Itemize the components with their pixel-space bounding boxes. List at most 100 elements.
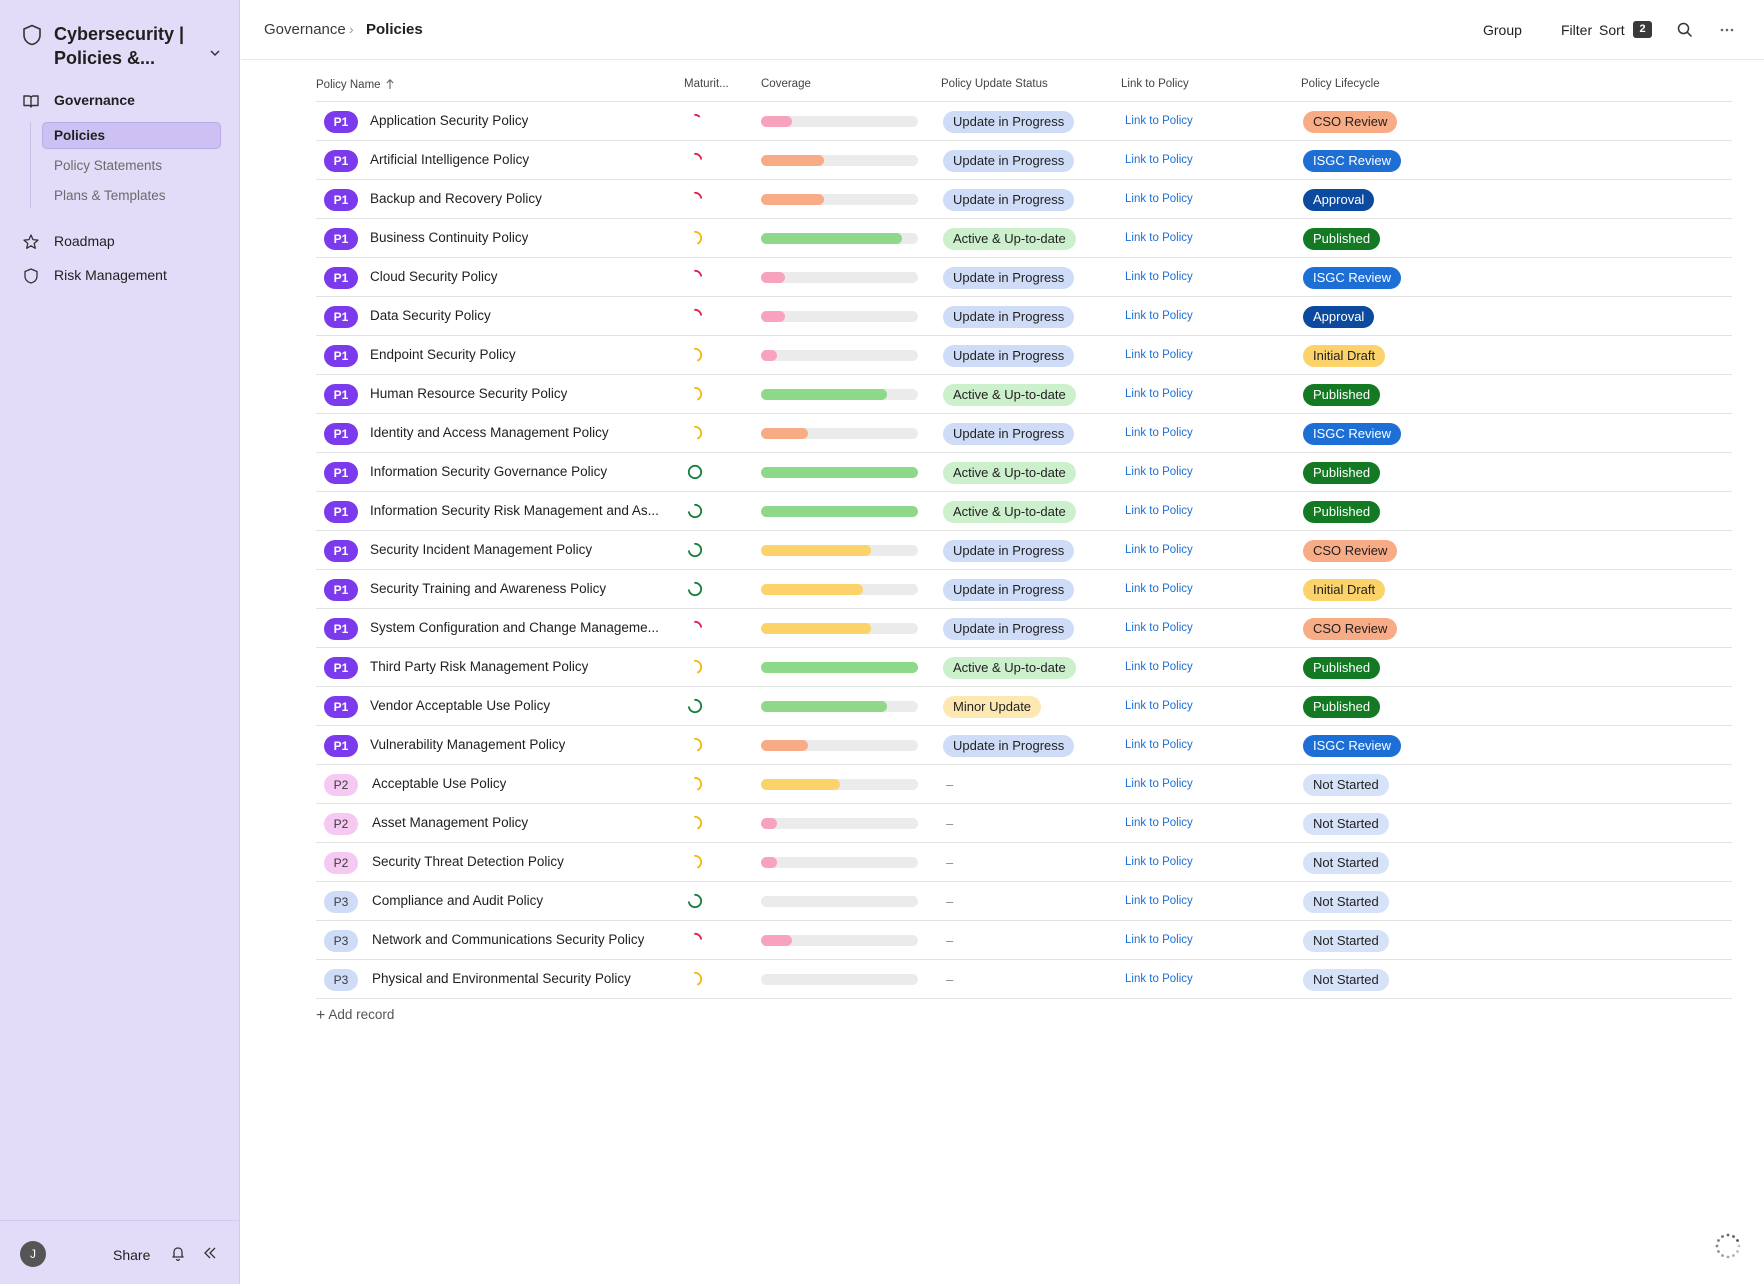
link-to-policy[interactable]: Link to Policy: [1125, 583, 1193, 595]
coverage-bar: [761, 857, 918, 868]
table-row[interactable]: P1 Third Party Risk Management Policy Acti…: [316, 648, 1732, 687]
link-to-policy[interactable]: Link to Policy: [1125, 310, 1193, 322]
bell-icon[interactable]: [170, 1245, 186, 1262]
policy-name[interactable]: Artificial Intelligence Policy: [370, 152, 529, 167]
table-row[interactable]: P1 Application Security Policy Update in P…: [316, 102, 1732, 141]
sidebar-item-risk-management[interactable]: Risk Management: [22, 264, 222, 288]
more-options-icon[interactable]: [1717, 22, 1737, 38]
policy-name[interactable]: Compliance and Audit Policy: [372, 893, 543, 908]
maturity-ring-icon: [694, 815, 703, 830]
policy-name[interactable]: Security Training and Awareness Policy: [370, 581, 606, 596]
link-to-policy[interactable]: Link to Policy: [1125, 778, 1193, 790]
filter-button[interactable]: Filter: [1561, 22, 1592, 38]
link-to-policy[interactable]: Link to Policy: [1125, 154, 1193, 166]
policy-name[interactable]: System Configuration and Change Manageme…: [370, 620, 659, 635]
link-to-policy[interactable]: Link to Policy: [1125, 817, 1193, 829]
share-button[interactable]: Share: [113, 1247, 150, 1263]
lifecycle-badge: Approval: [1303, 189, 1375, 211]
policy-name[interactable]: Cloud Security Policy: [370, 269, 498, 284]
column-header-link[interactable]: Link to Policy: [1121, 78, 1189, 90]
link-to-policy[interactable]: Link to Policy: [1125, 622, 1193, 634]
link-to-policy[interactable]: Link to Policy: [1125, 661, 1193, 673]
sidebar-item-governance[interactable]: Governance: [22, 89, 222, 113]
link-to-policy[interactable]: Link to Policy: [1125, 895, 1193, 907]
sidebar-item-roadmap[interactable]: Roadmap: [22, 230, 222, 254]
table-row[interactable]: P2 Asset Management Policy – Link to Policy…: [316, 804, 1732, 843]
policy-name[interactable]: Physical and Environmental Security Poli…: [372, 971, 631, 986]
priority-badge: P1: [324, 345, 358, 367]
group-button[interactable]: Group: [1483, 22, 1522, 38]
table-row[interactable]: P1 Vendor Acceptable Use Policy Minor Upda…: [316, 687, 1732, 726]
policy-name[interactable]: Endpoint Security Policy: [370, 347, 516, 362]
table-row[interactable]: P1 Cloud Security Policy Update in Progres…: [316, 258, 1732, 297]
table-row[interactable]: P1 Security Training and Awareness Policy…: [316, 570, 1732, 609]
policy-name[interactable]: Security Incident Management Policy: [370, 542, 592, 557]
breadcrumb-governance[interactable]: Governance: [264, 21, 346, 38]
table-row[interactable]: P2 Security Threat Detection Policy – Link …: [316, 843, 1732, 882]
add-record-button[interactable]: + Add record: [316, 1007, 394, 1025]
column-header-policy-name[interactable]: Policy Name: [316, 78, 395, 91]
table-row[interactable]: P1 System Configuration and Change Manage…: [316, 609, 1732, 648]
link-to-policy[interactable]: Link to Policy: [1125, 388, 1193, 400]
link-to-policy[interactable]: Link to Policy: [1125, 466, 1193, 478]
policy-name[interactable]: Information Security Governance Policy: [370, 464, 607, 479]
sidebar-item-plans-templates[interactable]: Plans & Templates: [42, 182, 221, 209]
column-header-maturity[interactable]: Maturit...: [684, 78, 729, 90]
policy-name[interactable]: Vendor Acceptable Use Policy: [370, 698, 550, 713]
table-row[interactable]: P1 Information Security Risk Management a…: [316, 492, 1732, 531]
table-row[interactable]: P1 Business Continuity Policy Active & Up-…: [316, 219, 1732, 258]
link-to-policy[interactable]: Link to Policy: [1125, 193, 1193, 205]
table-row[interactable]: P1 Identity and Access Management Policy U…: [316, 414, 1732, 453]
column-header-coverage[interactable]: Coverage: [761, 78, 811, 90]
policy-name[interactable]: Human Resource Security Policy: [370, 386, 567, 401]
sort-button[interactable]: Sort: [1599, 22, 1625, 38]
policy-name[interactable]: Asset Management Policy: [372, 815, 528, 830]
policy-name[interactable]: Information Security Risk Management and…: [370, 503, 659, 518]
table-row[interactable]: P1 Artificial Intelligence Policy Update i…: [316, 141, 1732, 180]
search-icon[interactable]: [1676, 21, 1694, 39]
collapse-sidebar-icon[interactable]: [202, 1245, 218, 1261]
table-row[interactable]: P1 Endpoint Security Policy Update in Prog…: [316, 336, 1732, 375]
link-to-policy[interactable]: Link to Policy: [1125, 700, 1193, 712]
policy-name[interactable]: Vulnerability Management Policy: [370, 737, 565, 752]
link-to-policy[interactable]: Link to Policy: [1125, 349, 1193, 361]
table-row[interactable]: P3 Physical and Environmental Security Po…: [316, 960, 1732, 999]
policy-name[interactable]: Network and Communications Security Poli…: [372, 932, 644, 947]
link-to-policy[interactable]: Link to Policy: [1125, 271, 1193, 283]
link-to-policy[interactable]: Link to Policy: [1125, 973, 1193, 985]
link-to-policy[interactable]: Link to Policy: [1125, 856, 1193, 868]
link-to-policy[interactable]: Link to Policy: [1125, 427, 1193, 439]
policy-name[interactable]: Application Security Policy: [370, 113, 528, 128]
table-row[interactable]: P3 Network and Communications Security Po…: [316, 921, 1732, 960]
policy-name[interactable]: Third Party Risk Management Policy: [370, 659, 588, 674]
sidebar-item-policies[interactable]: Policies: [42, 122, 221, 149]
policy-name[interactable]: Security Threat Detection Policy: [372, 854, 564, 869]
coverage-bar-fill: [761, 857, 777, 868]
link-to-policy[interactable]: Link to Policy: [1125, 739, 1193, 751]
policy-name[interactable]: Acceptable Use Policy: [372, 776, 506, 791]
table-row[interactable]: P2 Acceptable Use Policy – Link to Policy No…: [316, 765, 1732, 804]
link-to-policy[interactable]: Link to Policy: [1125, 115, 1193, 127]
column-header-lifecycle[interactable]: Policy Lifecycle: [1301, 78, 1380, 90]
update-status-badge: –: [946, 933, 954, 948]
policy-name[interactable]: Identity and Access Management Policy: [370, 425, 609, 440]
policy-name[interactable]: Data Security Policy: [370, 308, 491, 323]
table-row[interactable]: P3 Compliance and Audit Policy – Link to Po…: [316, 882, 1732, 921]
link-to-policy[interactable]: Link to Policy: [1125, 934, 1193, 946]
table-row[interactable]: P1 Backup and Recovery Policy Update in Pr…: [316, 180, 1732, 219]
chevron-down-icon[interactable]: [208, 46, 222, 60]
policy-name[interactable]: Backup and Recovery Policy: [370, 191, 542, 206]
link-to-policy[interactable]: Link to Policy: [1125, 232, 1193, 244]
table-row[interactable]: P1 Vulnerability Management Policy Update …: [316, 726, 1732, 765]
column-header-update-status[interactable]: Policy Update Status: [941, 78, 1048, 90]
add-record-label: Add record: [328, 1007, 395, 1022]
table-row[interactable]: P1 Data Security Policy Update in Progress…: [316, 297, 1732, 336]
policy-name[interactable]: Business Continuity Policy: [370, 230, 528, 245]
table-row[interactable]: P1 Human Resource Security Policy Active &…: [316, 375, 1732, 414]
link-to-policy[interactable]: Link to Policy: [1125, 505, 1193, 517]
table-row[interactable]: P1 Information Security Governance Policy…: [316, 453, 1732, 492]
link-to-policy[interactable]: Link to Policy: [1125, 544, 1193, 556]
table-row[interactable]: P1 Security Incident Management Policy Upd…: [316, 531, 1732, 570]
sidebar-item-policy-statements[interactable]: Policy Statements: [42, 152, 221, 179]
avatar[interactable]: J: [20, 1241, 46, 1267]
